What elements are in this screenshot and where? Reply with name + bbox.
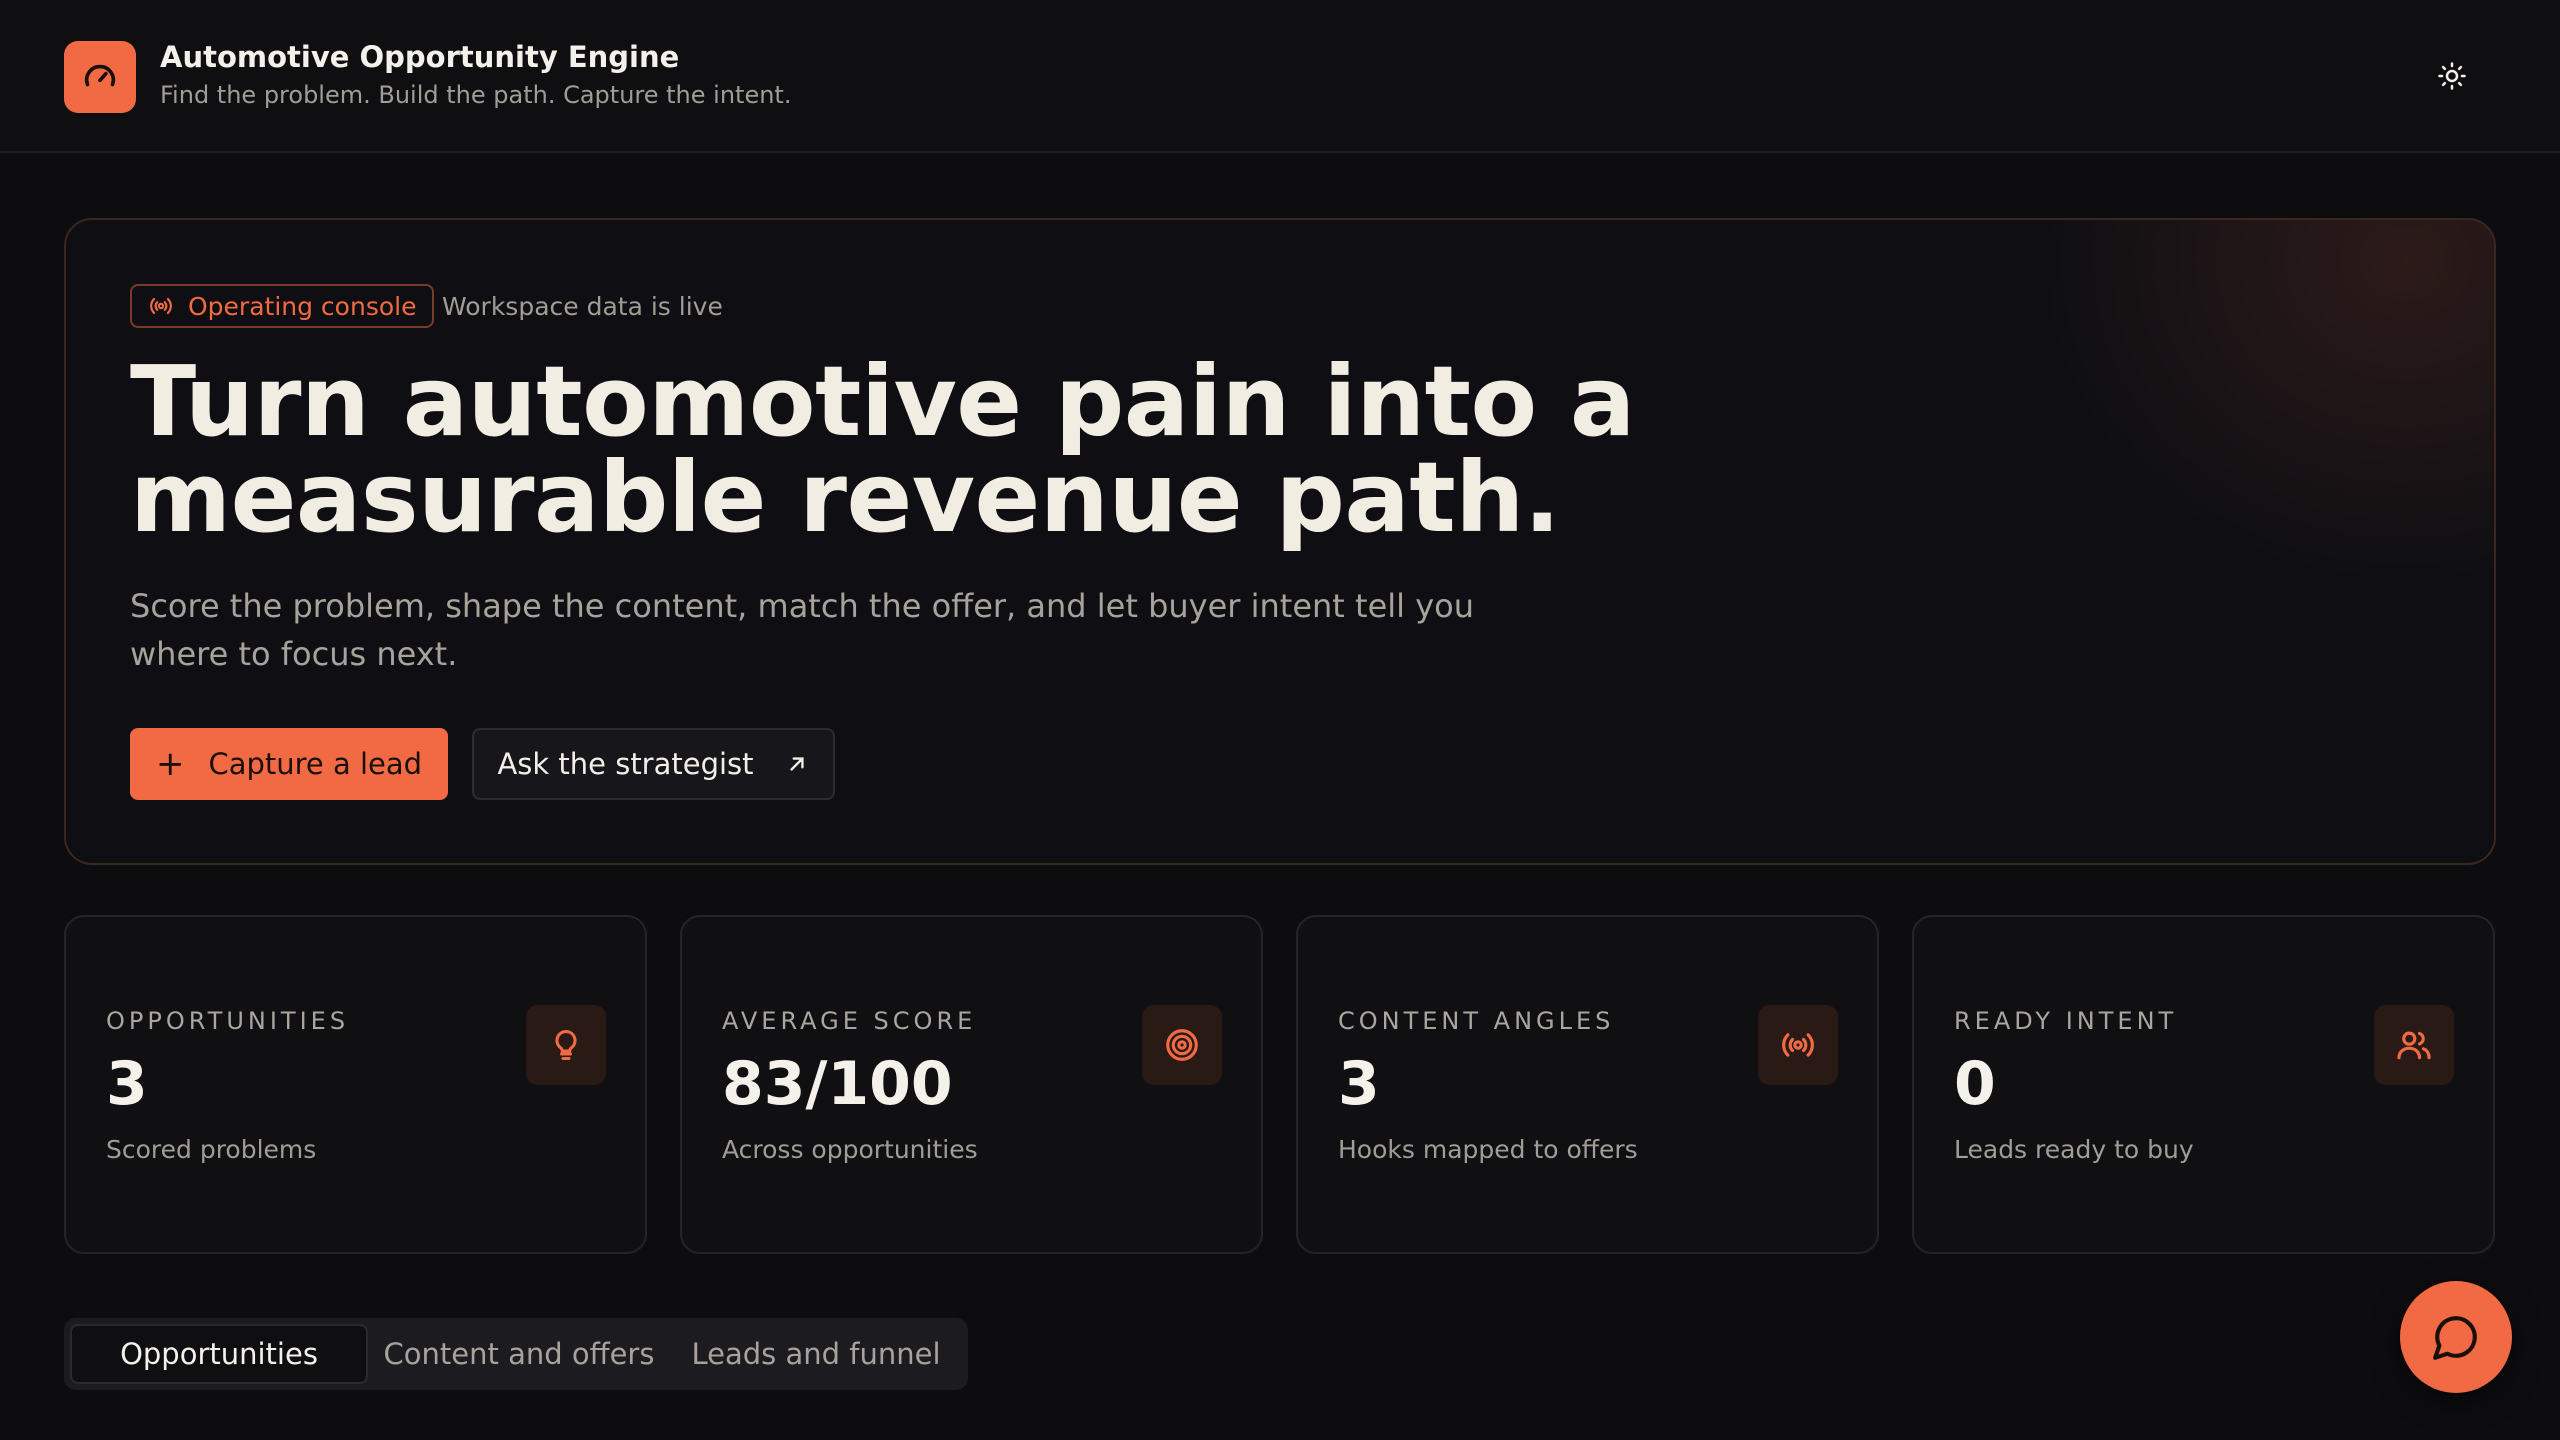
stat-value: 3 <box>106 1049 148 1119</box>
ask-strategist-button[interactable]: Ask the strategist <box>472 728 835 800</box>
tab-content-and-offers[interactable]: Content and offers <box>374 1324 664 1384</box>
stat-card-average-score: AVERAGE SCORE 83/100 Across opportunitie… <box>680 915 1263 1254</box>
hero-description: Score the problem, shape the content, ma… <box>130 587 1474 673</box>
stat-description: Leads ready to buy <box>1954 1135 2194 1164</box>
target-icon <box>1142 1005 1222 1085</box>
live-status-text: Workspace data is live <box>442 292 723 321</box>
app-header: Automotive Opportunity Engine Find the p… <box>0 0 2560 153</box>
broadcast-icon <box>150 297 172 315</box>
stat-value: 0 <box>1954 1049 1996 1119</box>
stat-label: READY INTENT <box>1954 1007 2178 1035</box>
stat-description: Hooks mapped to offers <box>1338 1135 1638 1164</box>
app-subtitle: Find the problem. Build the path. Captur… <box>160 81 792 109</box>
capture-lead-button[interactable]: + Capture a lead <box>130 728 448 800</box>
stat-label: OPPORTUNITIES <box>106 1007 350 1035</box>
capture-lead-label: Capture a lead <box>208 747 423 781</box>
broadcast-icon <box>1758 1005 1838 1085</box>
ask-strategist-label: Ask the strategist <box>497 747 754 781</box>
theme-toggle-button[interactable] <box>2424 52 2480 100</box>
tab-leads-and-funnel[interactable]: Leads and funnel <box>670 1324 962 1384</box>
plus-icon: + <box>155 744 185 784</box>
stat-label: CONTENT ANGLES <box>1338 1007 1615 1035</box>
stat-card-content-angles: CONTENT ANGLES 3 Hooks mapped to offers <box>1296 915 1879 1254</box>
status-badge: Operating console <box>130 284 435 328</box>
app-title: Automotive Opportunity Engine <box>160 40 680 74</box>
badge-label: Operating console <box>188 291 417 321</box>
chat-bubble-icon <box>2433 1316 2477 1360</box>
chat-button[interactable] <box>2400 1281 2512 1393</box>
stat-description: Across opportunities <box>722 1135 978 1164</box>
gauge-icon <box>64 41 136 113</box>
tab-opportunities[interactable]: Opportunities <box>70 1324 368 1384</box>
hero-title: Turn automotive pain into a measurable r… <box>130 345 1635 554</box>
hero-panel: Operating console Workspace data is live… <box>64 218 2496 865</box>
users-icon <box>2374 1005 2454 1085</box>
stat-card-ready-intent: READY INTENT 0 Leads ready to buy <box>1912 915 2495 1254</box>
lightbulb-icon <box>526 1005 606 1085</box>
stat-label: AVERAGE SCORE <box>722 1007 977 1035</box>
arrow-up-right-icon <box>789 757 804 771</box>
stat-description: Scored problems <box>106 1135 317 1164</box>
stat-value: 83/100 <box>722 1049 953 1119</box>
stat-card-opportunities: OPPORTUNITIES 3 Scored problems <box>64 915 647 1254</box>
stat-value: 3 <box>1338 1049 1380 1119</box>
section-tabs: Opportunities Content and offers Leads a… <box>64 1318 968 1390</box>
sun-icon <box>2438 62 2466 90</box>
